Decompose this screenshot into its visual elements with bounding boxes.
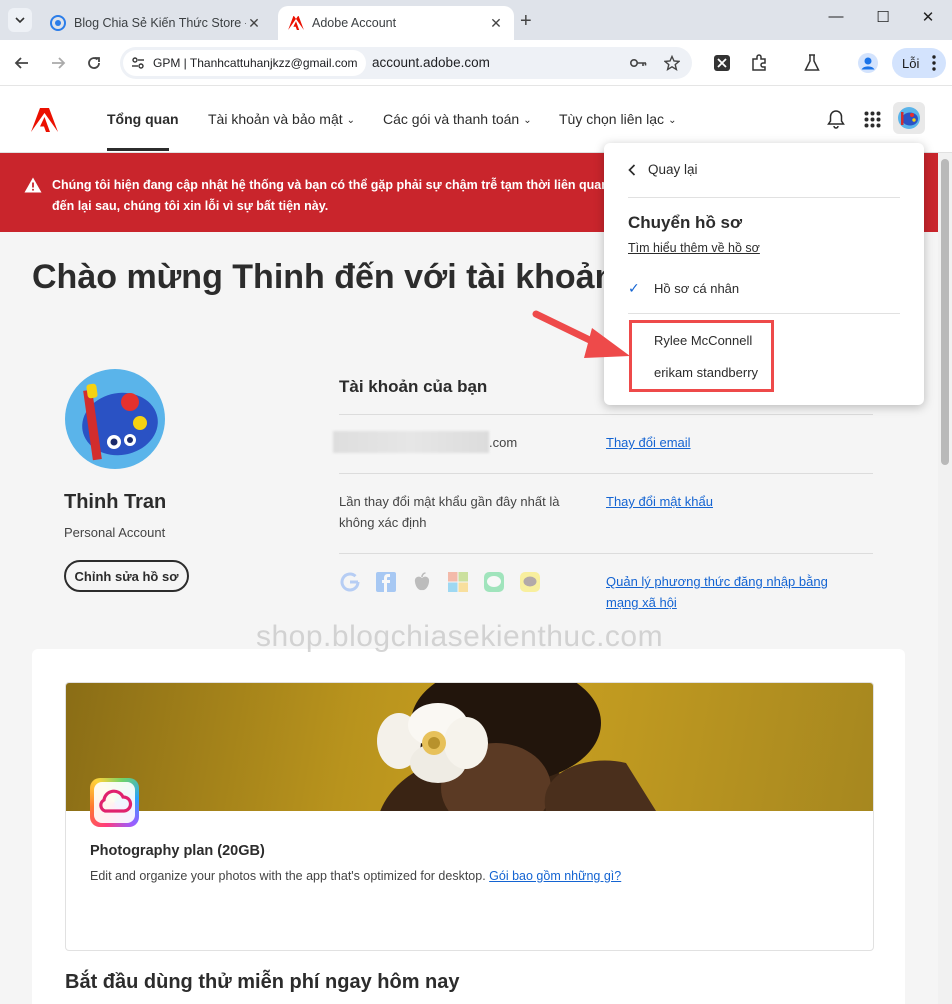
profile-palette-avatar <box>65 369 165 469</box>
change-password-link[interactable]: Thay đổi mật khẩu <box>606 491 713 512</box>
switch-profile-title: Chuyển hồ sơ <box>628 213 743 232</box>
profile-option-label: Hồ sơ cá nhân <box>654 281 740 296</box>
tab-blog-store[interactable]: Blog Chia Sẻ Kiến Thức Store - ✕ <box>40 6 272 40</box>
nav-plans-billing[interactable]: Các gói và thanh toán ⌄ <box>383 111 532 127</box>
blog-favicon-icon <box>50 15 66 31</box>
watermark-text: shop.blogchiasekienthuc.com <box>256 620 664 653</box>
divider <box>339 414 873 415</box>
plan-description: Edit and organize your photos with the a… <box>90 869 621 883</box>
close-tab-icon[interactable]: ✕ <box>488 15 504 32</box>
tab-adobe-account[interactable]: Adobe Account ✕ <box>278 6 514 40</box>
nav-account-security[interactable]: Tài khoản và bảo mật ⌄ <box>208 111 355 127</box>
divider <box>628 313 900 314</box>
divider <box>339 473 873 474</box>
menu-dots-icon <box>932 55 936 74</box>
new-tab-button[interactable]: + <box>520 10 532 33</box>
key-icon[interactable] <box>630 54 648 72</box>
back-label: Quay lại <box>648 162 698 177</box>
nav-label: Tùy chọn liên lạc <box>559 111 665 127</box>
profile-account-type: Personal Account <box>64 525 166 540</box>
tab-title: Adobe Account <box>312 16 397 30</box>
tab-title: Blog Chia Sẻ Kiến Thức Store - <box>74 16 246 30</box>
page-scrollbar[interactable] <box>938 153 952 1004</box>
nav-communication-preferences[interactable]: Tùy chọn liên lạc ⌄ <box>559 111 676 127</box>
change-email-link[interactable]: Thay đổi email <box>606 432 691 453</box>
plan-description-text: Edit and organize your photos with the a… <box>90 869 490 883</box>
extensions-puzzle-icon[interactable] <box>749 53 769 73</box>
edit-profile-button[interactable]: Chỉnh sửa hồ sơ <box>64 560 189 592</box>
apple-icon <box>411 571 433 593</box>
checkmark-icon: ✓ <box>628 280 640 296</box>
tab-search-button[interactable] <box>8 8 32 32</box>
profile-error-label: Lỗi <box>902 55 920 71</box>
annotation-arrow-icon <box>532 310 630 358</box>
scrollbar-thumb[interactable] <box>941 159 949 465</box>
tune-icon <box>131 56 147 70</box>
free-trial-heading: Bắt đầu dùng thử miễn phí ngay hôm nay <box>65 971 460 993</box>
site-info-chip[interactable]: GPM | Thanhcattuhanjkzz@gmail.com <box>123 50 366 76</box>
google-icon <box>339 571 361 593</box>
plan-includes-link[interactable]: Gói bao gồm những gì? <box>489 869 621 883</box>
minimize-icon[interactable]: — <box>826 8 846 25</box>
chevron-down-icon: ⌄ <box>668 115 677 126</box>
learn-more-profiles-link[interactable]: Tìm hiểu thêm về hồ sơ <box>628 241 760 255</box>
nav-overview[interactable]: Tổng quan <box>107 111 179 127</box>
browser-tab-bar: Blog Chia Sẻ Kiến Thức Store - ✕ Adobe A… <box>0 0 952 40</box>
kakao-chat-icon <box>519 571 541 593</box>
plan-hero-image <box>66 683 873 811</box>
line-icon <box>483 571 505 593</box>
forward-arrow-icon[interactable] <box>47 52 69 74</box>
password-status-text: Lần thay đổi mật khẩu gần đây nhất là kh… <box>339 494 560 530</box>
chevron-down-icon <box>15 17 25 24</box>
facebook-icon <box>375 571 397 593</box>
site-chip-label: GPM | Thanhcattuhanjkzz@gmail.com <box>153 56 358 70</box>
maximize-icon[interactable]: ☐ <box>873 8 893 26</box>
chevron-down-icon: ⌄ <box>346 115 356 126</box>
profile-name: Thinh Tran <box>64 491 167 513</box>
profile-avatar-icon[interactable] <box>858 53 878 73</box>
welcome-heading: Chào mừng Thinh đến với tài khoản củ <box>32 258 612 296</box>
app-grid-icon[interactable] <box>861 108 883 130</box>
active-nav-indicator <box>107 148 169 151</box>
alert-triangle-icon <box>24 177 42 198</box>
labs-flask-icon[interactable] <box>802 53 822 73</box>
nav-label: Tài khoản và bảo mật <box>208 111 343 127</box>
close-tab-icon[interactable]: ✕ <box>246 15 262 32</box>
divider <box>339 553 873 554</box>
adobe-favicon-icon <box>288 15 304 31</box>
redacted-email <box>333 431 489 453</box>
plan-name: Photography plan (20GB) <box>90 843 265 859</box>
profile-error-button[interactable]: Lỗi <box>892 48 946 78</box>
creative-cloud-icon <box>90 778 139 827</box>
highlight-box <box>629 320 774 392</box>
url-text[interactable]: account.adobe.com <box>372 55 490 70</box>
social-login-icons <box>339 571 541 593</box>
adobe-logo-icon[interactable] <box>31 108 58 132</box>
reload-icon[interactable] <box>83 52 105 74</box>
manage-social-login-link[interactable]: Quản lý phương thức đăng nhập bằng mạng … <box>606 571 846 613</box>
email-suffix: .com <box>489 435 518 450</box>
divider <box>628 197 900 198</box>
profile-option-personal[interactable]: ✓ Hồ sơ cá nhân <box>628 280 739 297</box>
back-button[interactable]: Quay lại <box>628 162 698 177</box>
extension-x-icon[interactable] <box>712 53 732 73</box>
alert-message: Chúng tôi hiện đang cập nhật hệ thống và… <box>52 178 609 213</box>
browser-toolbar: GPM | Thanhcattuhanjkzz@gmail.com accoun… <box>0 40 952 86</box>
microsoft-icon <box>447 571 469 593</box>
notification-bell-icon[interactable] <box>825 108 847 130</box>
address-bar[interactable]: GPM | Thanhcattuhanjkzz@gmail.com accoun… <box>120 47 692 79</box>
user-avatar-button[interactable] <box>893 102 925 134</box>
avatar-palette-icon <box>898 107 920 129</box>
bookmark-star-icon[interactable] <box>663 54 681 72</box>
back-arrow-icon[interactable] <box>11 52 33 74</box>
chevron-down-icon: ⌄ <box>523 115 532 126</box>
plan-card[interactable] <box>65 682 874 951</box>
account-section-title: Tài khoản của bạn <box>339 377 488 396</box>
nav-label: Các gói và thanh toán <box>383 111 520 127</box>
close-window-icon[interactable]: ✕ <box>918 8 938 26</box>
chevron-left-icon <box>628 163 636 176</box>
